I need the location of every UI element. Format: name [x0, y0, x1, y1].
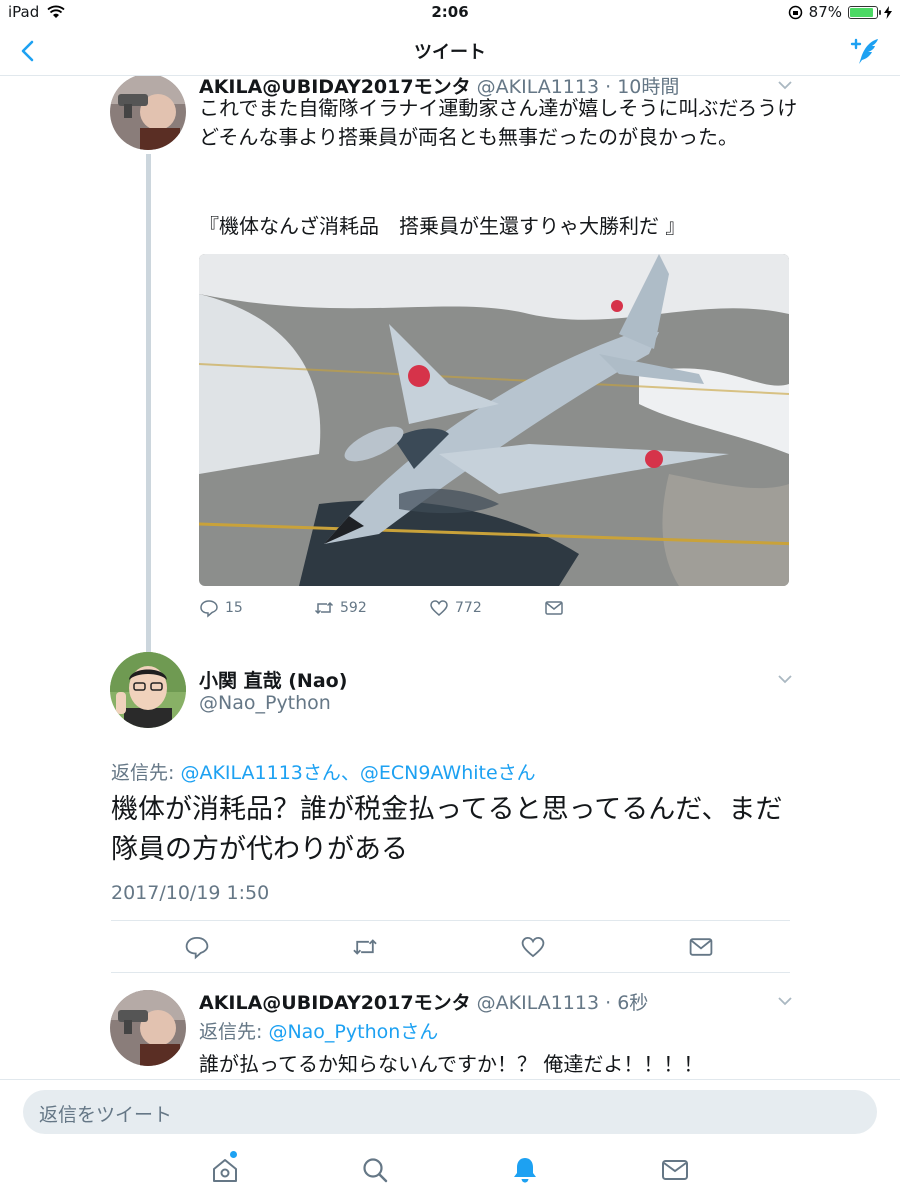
chevron-down-icon[interactable]: [775, 994, 795, 1008]
reply-context: 返信先: @Nao_Pythonさん: [199, 1017, 438, 1044]
avatar-nao[interactable]: [110, 652, 186, 728]
reply-label: 返信先:: [111, 762, 175, 784]
mail-icon: [545, 601, 563, 615]
like-action[interactable]: 772: [429, 598, 544, 618]
retweet-icon[interactable]: [352, 934, 378, 960]
dm-action[interactable]: [544, 598, 659, 618]
tab-notifications[interactable]: [510, 1155, 540, 1185]
reply-context: 返信先: @AKILA1113さん、@ECN9AWhiteさん: [111, 758, 536, 785]
tweet-time: 6秒: [617, 992, 649, 1014]
charging-icon: [884, 5, 892, 19]
nav-bar: ツイート: [0, 26, 900, 76]
tab-home[interactable]: [210, 1151, 240, 1185]
battery-icon: [848, 5, 881, 19]
reply-icon: [200, 600, 218, 618]
tab-messages[interactable]: [660, 1155, 690, 1185]
tweet-timestamp: 2017/10/19 1:50: [111, 882, 270, 904]
reply-target-links[interactable]: @AKILA1113さん、@ECN9AWhiteさん: [180, 762, 535, 784]
orientation-lock-icon: [788, 5, 802, 19]
author-name[interactable]: AKILA@UBIDAY2017モンタ: [199, 992, 471, 1014]
thread-connector-line: [146, 154, 151, 728]
tab-search[interactable]: [360, 1155, 390, 1185]
tweet-body: 機体が消耗品？誰が税金払ってると思ってるんだ、まだ隊員の方が代わりがある: [111, 794, 783, 865]
status-time: 2:06: [431, 3, 469, 21]
retweet-action[interactable]: 592: [314, 598, 429, 618]
avatar-image: [110, 990, 186, 1066]
reply-count: 15: [225, 600, 243, 616]
tab-bar: [0, 1143, 900, 1200]
reply-bar: 返信をツイート: [0, 1079, 900, 1143]
avatar-image: [110, 76, 186, 150]
tweet-header: AKILA@UBIDAY2017モンタ @AKILA1113 · 6秒: [199, 992, 649, 1014]
avatar-akila[interactable]: [110, 76, 186, 150]
author-handle: @AKILA1113: [476, 992, 600, 1014]
chevron-down-icon[interactable]: [775, 672, 795, 686]
reply-target-link[interactable]: @Nao_Pythonさん: [268, 1021, 438, 1043]
bell-icon: [514, 1158, 536, 1183]
reply-label: 返信先:: [199, 1021, 263, 1043]
page-title: ツイート: [414, 42, 486, 63]
reply-action[interactable]: 15: [199, 598, 314, 618]
detail-actions: [111, 922, 790, 972]
search-icon: [363, 1158, 388, 1183]
author-handle: @Nao_Python: [199, 692, 331, 714]
mail-icon[interactable]: [688, 934, 714, 960]
divider: [111, 920, 790, 921]
fighter-jet-image: [199, 254, 789, 586]
battery-percent: 87%: [808, 3, 842, 21]
heart-icon[interactable]: [520, 934, 546, 960]
retweet-count: 592: [340, 600, 367, 616]
notification-dot: [230, 1151, 237, 1158]
avatar-image: [110, 652, 186, 728]
tweet-actions: 15 592 772: [199, 598, 659, 618]
reply-input[interactable]: 返信をツイート: [23, 1090, 877, 1134]
tweet-quote-text: 『機体なんざ消耗品 搭乗員が生還すりゃ大勝利だ 』: [199, 214, 686, 238]
retweet-icon: [314, 601, 334, 615]
avatar-akila[interactable]: [110, 990, 186, 1066]
tweet-text: これでまた自衛隊イラナイ運動家さん達が嬉しそうに叫ぶだろうけどそんな事より搭乗員…: [199, 96, 798, 149]
heart-icon: [430, 600, 448, 616]
tweet-thread[interactable]: AKILA@UBIDAY2017モンタ @AKILA1113 · 10時間 これ…: [0, 76, 900, 1079]
compose-icon[interactable]: [848, 34, 882, 68]
mail-icon: [662, 1160, 688, 1180]
reply-icon[interactable]: [184, 934, 210, 960]
divider: [111, 972, 790, 973]
status-bar: iPad 2:06 87%: [0, 0, 900, 26]
chevron-down-icon[interactable]: [775, 78, 795, 92]
like-count: 772: [455, 600, 482, 616]
status-right: 87%: [788, 3, 892, 21]
home-icon: [213, 1159, 237, 1182]
battery-fill: [850, 7, 873, 17]
tweet-photo[interactable]: [199, 254, 789, 586]
tweet-text: 誰が払ってるか知らないんですか！？ 俺達だよ！！！！: [199, 1052, 704, 1076]
author-name[interactable]: 小関 直哉 (Nao): [199, 666, 347, 693]
